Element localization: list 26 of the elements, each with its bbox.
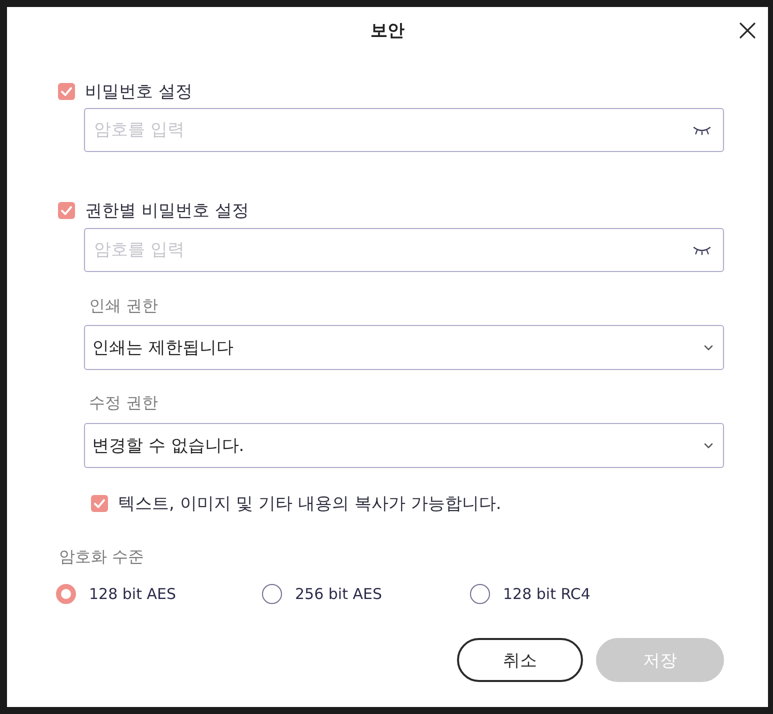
dropdown[interactable]: 변경할 수 없습니다.	[84, 423, 724, 468]
closed-eye-icon[interactable]	[693, 126, 711, 135]
close-button[interactable]	[739, 22, 756, 38]
cancel-button[interactable]: 취소	[457, 638, 583, 682]
checkbox-label: 텍스트, 이미지 및 기타 내용의 복사가 가능합니다.	[118, 492, 502, 514]
checkbox-label: 권한별 비밀번호 설정	[85, 200, 249, 222]
dialog-title: 보안	[370, 20, 404, 42]
password-field[interactable]: 암호를 입력	[84, 108, 724, 152]
dropdown[interactable]: 인쇄는 제한됩니다	[84, 325, 724, 370]
radio-button[interactable]	[262, 584, 282, 604]
radio-label: 256 bit AES	[295, 585, 382, 603]
field-label: 인쇄 권한	[89, 295, 158, 317]
closed-eye-icon[interactable]	[693, 246, 711, 255]
chevron-down-icon	[704, 442, 713, 448]
section-label: 암호화 수준	[59, 546, 144, 568]
checkbox[interactable]	[91, 494, 108, 512]
field-label: 수정 권한	[89, 392, 158, 414]
radio-label: 128 bit AES	[89, 585, 176, 603]
checkbox[interactable]	[58, 82, 75, 100]
radio-button[interactable]	[56, 584, 76, 604]
checkbox[interactable]	[58, 202, 75, 218]
chevron-down-icon	[704, 344, 713, 350]
radio-label: 128 bit RC4	[503, 585, 590, 603]
checkbox-label: 비밀번호 설정	[85, 80, 192, 102]
password-field[interactable]: 암호를 입력	[84, 228, 724, 272]
radio-button[interactable]	[470, 584, 490, 604]
